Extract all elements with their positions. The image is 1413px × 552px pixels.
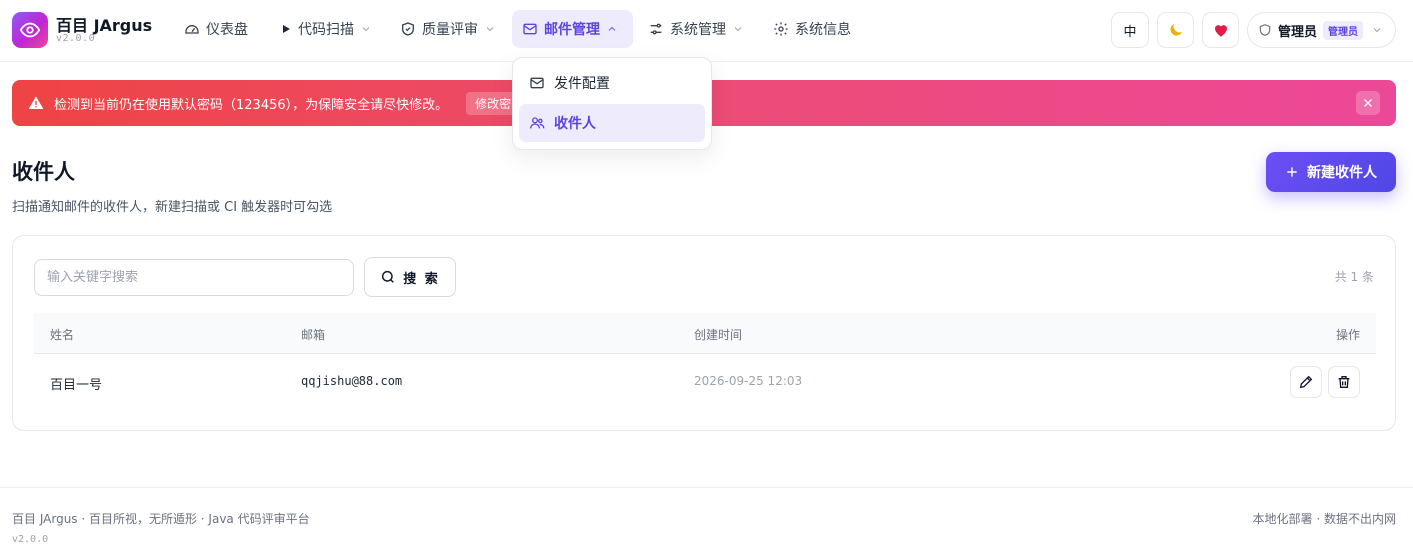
recipient-email: qqjishu@88.com (301, 374, 403, 388)
nav-item-label: 质量评审 (422, 22, 478, 38)
column-header-name: 姓名 (50, 328, 75, 342)
total-count: 共 1 条 (1334, 270, 1374, 284)
mail-icon (530, 77, 544, 89)
search-button-label: 搜 索 (403, 271, 440, 287)
nav-item-system-management[interactable]: 系统管理 (638, 10, 754, 48)
footer-deploy-note: 本地化部署 · 数据不出内网 (1252, 512, 1396, 526)
page-subtitle: 扫描通知邮件的收件人，新建扫描或 CI 触发器时可勾选 (12, 200, 333, 215)
theme-toggle-button[interactable] (1157, 12, 1194, 48)
nav-item-label: 邮件管理 (544, 22, 600, 38)
table-row: 百目一号 qqjishu@88.com 2026-09-25 12:03 (34, 354, 1376, 410)
nav-item-label: 系统管理 (670, 22, 726, 38)
recipient-name: 百目一号 (50, 378, 103, 393)
close-icon[interactable] (1356, 91, 1380, 115)
column-header-email: 邮箱 (301, 328, 326, 342)
dropdown-item-recipients[interactable]: 收件人 (519, 104, 705, 142)
dropdown-item-sender-config[interactable]: 发件配置 (519, 64, 705, 102)
gauge-icon (185, 25, 199, 34)
language-toggle-button[interactable]: 中 (1111, 12, 1149, 48)
warning-icon (28, 96, 44, 109)
column-header-actions: 操作 (1335, 328, 1360, 342)
mail-icon (523, 23, 537, 35)
dropdown-item-label: 收件人 (554, 116, 596, 132)
table-header: 姓名 邮箱 创建时间 操作 (34, 313, 1376, 354)
delete-button[interactable] (1328, 366, 1360, 398)
search-icon (382, 270, 395, 283)
gear-icon (774, 22, 788, 36)
plus-icon (1287, 167, 1297, 177)
nav-item-mail-management[interactable]: 邮件管理 (512, 10, 633, 48)
users-icon (530, 117, 545, 129)
chevron-down-icon (362, 27, 370, 32)
trash-icon (1338, 376, 1350, 388)
new-recipient-button[interactable]: 新建收件人 (1266, 152, 1396, 192)
column-header-created: 创建时间 (694, 328, 743, 342)
alert-message: 检测到当前仍在使用默认密码（123456），为保障安全请尽快修改。 (54, 97, 449, 113)
nav-item-label: 代码扫描 (298, 22, 354, 38)
pencil-icon (1299, 375, 1313, 389)
chevron-down-icon (1373, 28, 1381, 33)
edit-button[interactable] (1290, 366, 1322, 398)
new-recipient-label: 新建收件人 (1307, 165, 1377, 181)
mail-management-dropdown: 发件配置 收件人 (512, 57, 712, 150)
play-icon (283, 25, 290, 33)
recipients-card: 搜 索 共 1 条 姓名 邮箱 创建时间 操作 百目一号 qqjishu@88.… (12, 235, 1396, 431)
page-title: 收件人 (12, 160, 75, 184)
role-badge: 管理员 (1323, 20, 1364, 40)
favorite-button[interactable] (1202, 12, 1239, 48)
footer-version: v2.0.0 (12, 534, 49, 545)
dropdown-item-label: 发件配置 (554, 76, 610, 92)
top-navbar: 百目 JArgus v2.0.0 仪表盘 代码扫描 质量评审 邮件管理 系统管理… (0, 0, 1413, 62)
nav-item-quality-review[interactable]: 质量评审 (390, 10, 506, 48)
nav-item-system-info[interactable]: 系统信息 (763, 10, 861, 48)
search-button[interactable]: 搜 索 (364, 257, 456, 297)
chevron-down-icon (734, 27, 742, 32)
chevron-up-icon (608, 26, 616, 31)
footer: 百目 JArgus · 百目所视，无所遁形 · Java 代码评审平台 v2.0… (0, 487, 1413, 552)
shield-icon (402, 22, 414, 36)
moon-icon (1169, 24, 1182, 36)
nav-item-label: 系统信息 (795, 22, 851, 38)
heart-icon (1214, 25, 1227, 37)
shield-icon (1259, 24, 1271, 36)
user-menu-button[interactable]: 管理员 管理员 (1247, 12, 1396, 48)
nav-item-label: 仪表盘 (206, 22, 248, 38)
recipient-created-time: 2026-09-25 12:03 (694, 374, 803, 388)
eye-logo-icon[interactable] (12, 12, 48, 48)
footer-tagline: 百目 JArgus · 百目所视，无所遁形 · Java 代码评审平台 (12, 512, 310, 526)
nav-item-dashboard[interactable]: 仪表盘 (174, 10, 258, 48)
nav-item-code-scan[interactable]: 代码扫描 (270, 10, 382, 48)
app-version: v2.0.0 (56, 33, 96, 44)
search-input[interactable] (34, 259, 354, 296)
user-name: 管理员 (1278, 24, 1318, 40)
chevron-down-icon (486, 27, 494, 32)
sliders-icon (650, 23, 662, 35)
